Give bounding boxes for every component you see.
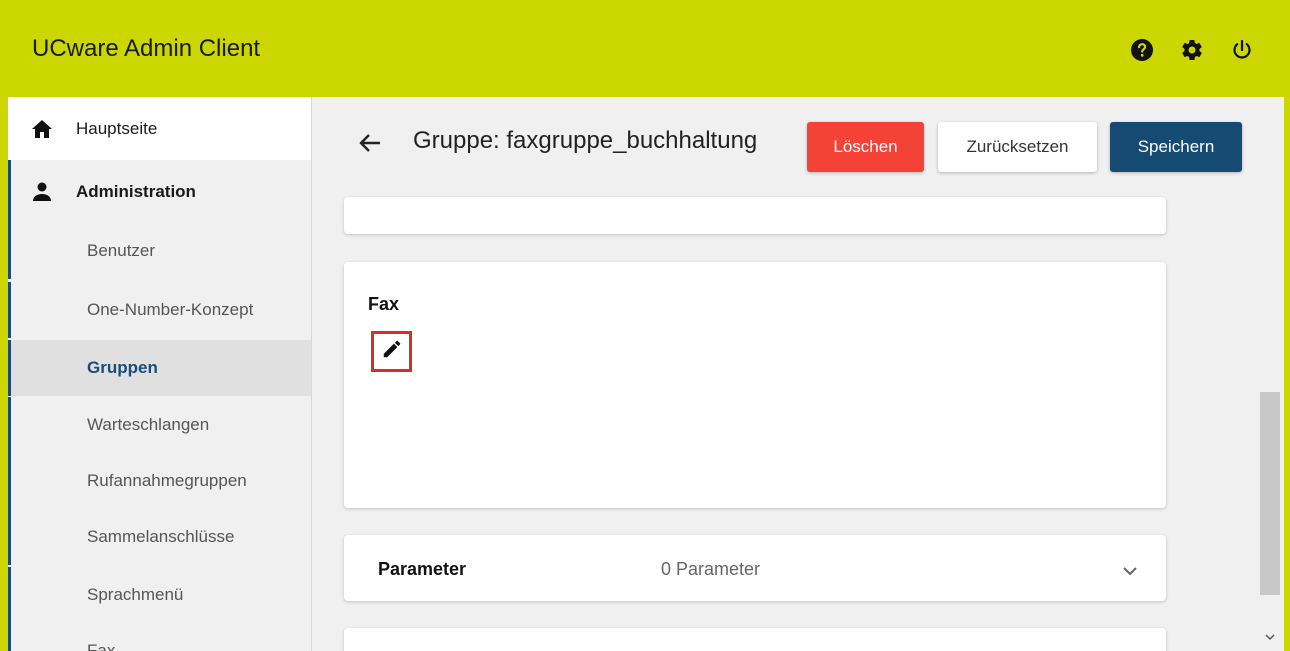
sidebar-item-warteschlangen[interactable]: Warteschlangen	[8, 397, 311, 453]
scroll-down-arrow-icon[interactable]	[1264, 630, 1276, 642]
pencil-icon	[381, 338, 403, 365]
parameter-label: Parameter	[378, 559, 467, 579]
top-bar: UCware Admin Client	[0, 0, 1290, 97]
gear-icon[interactable]	[1180, 38, 1204, 62]
sidebar-item-administration[interactable]: Administration	[8, 160, 311, 223]
sidebar-item-sammelanschluesse[interactable]: Sammelanschlüsse	[8, 509, 311, 565]
main-content: Gruppe: faxgruppe_buchhaltung Löschen Zu…	[312, 97, 1284, 651]
page-title: Gruppe: faxgruppe_buchhaltung	[413, 127, 758, 154]
next-card	[344, 628, 1166, 651]
sidebar-item-rufannahmegruppen[interactable]: Rufannahmegruppen	[8, 453, 311, 509]
chevron-down-icon[interactable]	[1118, 559, 1142, 583]
scrollbar-thumb[interactable]	[1260, 392, 1280, 595]
save-button[interactable]: Speichern	[1110, 122, 1242, 172]
sidebar-item-benutzer[interactable]: Benutzer	[8, 223, 311, 279]
edit-button[interactable]	[371, 331, 412, 372]
sidebar: Hauptseite Administration Benutzer One-N…	[8, 97, 312, 651]
sidebar-item-label: Administration	[76, 181, 196, 201]
home-icon	[30, 117, 54, 141]
scrollbar[interactable]	[1260, 212, 1280, 651]
parameter-card[interactable]: Parameter 0 Parameter	[344, 535, 1166, 601]
back-arrow-icon[interactable]	[356, 129, 384, 157]
fax-card-title: Fax	[368, 294, 400, 314]
help-icon[interactable]	[1130, 38, 1154, 62]
previous-card	[344, 197, 1166, 234]
sidebar-item-gruppen[interactable]: Gruppen	[8, 340, 311, 396]
app-title: UCware Admin Client	[32, 35, 261, 62]
parameter-count: 0 Parameter	[661, 559, 761, 579]
fax-card: Fax	[344, 262, 1166, 508]
power-icon[interactable]	[1230, 38, 1254, 62]
sidebar-item-one-number-konzept[interactable]: One-Number-Konzept	[8, 282, 311, 338]
delete-button[interactable]: Löschen	[807, 122, 924, 172]
sidebar-item-sprachmenue[interactable]: Sprachmenü	[8, 567, 311, 623]
reset-button[interactable]: Zurücksetzen	[938, 122, 1097, 172]
sidebar-item-home[interactable]: Hauptseite	[8, 97, 311, 160]
sidebar-item-fax[interactable]: Fax	[8, 623, 311, 651]
sidebar-item-label: Hauptseite	[76, 118, 158, 138]
person-icon	[30, 180, 54, 204]
header-actions	[1130, 38, 1254, 62]
